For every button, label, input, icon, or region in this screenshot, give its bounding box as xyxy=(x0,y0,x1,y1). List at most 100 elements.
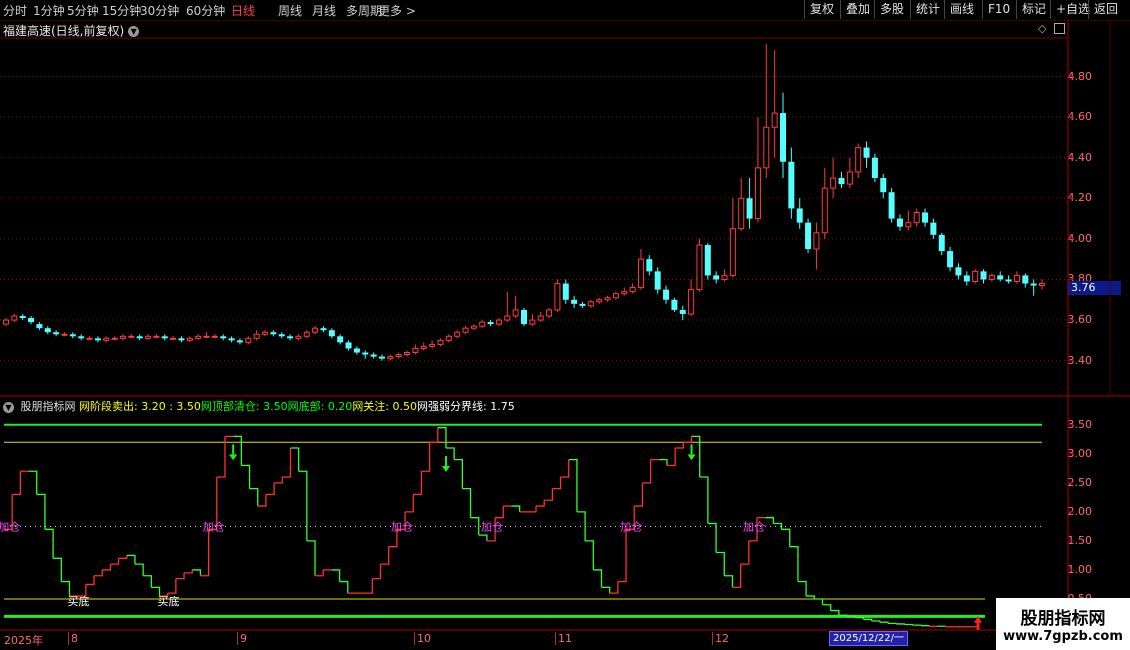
candle-body xyxy=(19,316,26,319)
candle-body xyxy=(387,356,394,360)
candle-body xyxy=(136,336,143,339)
watermark-title: 股朋指标网 xyxy=(1020,609,1106,629)
toolbar-button[interactable]: 多股 xyxy=(874,0,909,19)
indicator-step xyxy=(134,563,144,576)
period-tab[interactable]: 更多 > xyxy=(378,2,416,19)
candle-body xyxy=(671,299,678,310)
candle-body xyxy=(596,299,603,303)
candle-body xyxy=(688,289,695,315)
period-tab[interactable]: 60分钟 xyxy=(186,2,225,19)
indicator-step xyxy=(445,447,455,460)
candle-body xyxy=(796,208,803,223)
current-price-label: 3.76 xyxy=(1068,280,1121,295)
candle-body xyxy=(86,337,93,340)
candle-body xyxy=(663,289,670,300)
candle-body xyxy=(947,251,954,268)
indicator-step xyxy=(797,580,807,597)
indicator-step xyxy=(486,517,496,542)
indicator-name: 股朋指标网 xyxy=(20,400,76,413)
indicator-step xyxy=(61,580,71,597)
toolbar-button[interactable]: 叠加 xyxy=(840,0,875,19)
buy-bottom-label: 买底 xyxy=(158,594,180,608)
indicator-step xyxy=(642,459,652,484)
indicator-value: 1.75 xyxy=(490,400,515,413)
add-position-label: 加仓 xyxy=(391,519,413,533)
candle-body xyxy=(571,299,578,304)
cursor-date: 2025/12/22/一 xyxy=(829,631,909,646)
candle-body xyxy=(830,177,837,189)
indicator-step xyxy=(896,623,905,625)
candle-body xyxy=(262,331,268,335)
period-tab[interactable]: 15分钟 xyxy=(102,2,141,19)
toolbar-button[interactable]: 画线 xyxy=(944,0,979,19)
candle-body xyxy=(963,275,970,282)
indicator-step xyxy=(470,517,480,536)
candle-body xyxy=(880,178,887,193)
indicator-label: 网顶部清仓: xyxy=(200,400,264,413)
period-tab[interactable]: 30分钟 xyxy=(140,2,179,19)
period-tab[interactable]: 分时 xyxy=(3,2,27,19)
indicator-step xyxy=(36,493,46,530)
price-axis-label: 4.20 xyxy=(1067,191,1093,205)
indicator-step xyxy=(94,569,103,577)
chevron-down-icon[interactable]: ▼ xyxy=(128,26,140,37)
toolbar-button[interactable]: 统计 xyxy=(910,0,945,19)
indicator-step xyxy=(77,584,87,597)
candle-body xyxy=(3,319,9,325)
candle-body xyxy=(980,271,987,280)
toolbar-button[interactable]: 标记 xyxy=(1016,0,1051,19)
candle-body xyxy=(621,291,628,295)
indicator-step xyxy=(781,528,791,547)
period-tab[interactable]: 5分钟 xyxy=(67,2,99,19)
window-restore-icon[interactable] xyxy=(1054,23,1065,34)
indicator-step xyxy=(593,569,603,588)
date-month: 11 xyxy=(555,632,572,645)
toolbar-button[interactable]: 复权 xyxy=(804,0,839,19)
period-tab[interactable]: 多周期 xyxy=(346,2,382,19)
candle-body xyxy=(629,287,636,293)
candle-body xyxy=(69,334,76,337)
indicator-step xyxy=(920,625,930,627)
indicator-step xyxy=(740,540,750,565)
candle-body xyxy=(696,244,703,291)
candle-body xyxy=(587,301,594,307)
indicator-step xyxy=(290,447,300,472)
period-tab[interactable]: 月线 xyxy=(312,2,336,19)
candle-body xyxy=(537,315,544,321)
indicator-step xyxy=(208,477,218,530)
indicator-step xyxy=(609,581,619,594)
stock-title[interactable]: 福建高速(日线,前复权) ▼ xyxy=(3,22,140,39)
candle-body xyxy=(470,325,477,329)
indicator-step xyxy=(536,500,545,507)
indicator-step xyxy=(216,436,226,478)
candle-body xyxy=(922,212,929,223)
candle-body xyxy=(236,340,243,343)
candle-body xyxy=(521,309,527,325)
period-tab[interactable]: 1分钟 xyxy=(33,2,65,19)
candle-body xyxy=(378,356,385,359)
candle-body xyxy=(454,331,461,337)
candle-body xyxy=(287,336,294,339)
candle-body xyxy=(763,126,770,169)
period-tab[interactable]: 日线 xyxy=(231,2,255,19)
candle-body xyxy=(1005,279,1012,282)
watermark-logo: 股朋指标网 www.7gpzb.com xyxy=(996,598,1130,650)
toolbar-button[interactable]: F10 xyxy=(982,0,1015,19)
indicator-step xyxy=(937,625,946,627)
indicator-step xyxy=(527,506,537,513)
candle-body xyxy=(788,161,795,209)
diamond-icon[interactable]: ◇ xyxy=(1038,22,1046,35)
candle-body xyxy=(320,328,327,331)
indicator-step xyxy=(838,614,848,617)
indicator-axis-label: 2.50 xyxy=(1067,475,1093,489)
candle-body xyxy=(119,335,126,339)
indicator-step xyxy=(699,476,709,524)
candle-body xyxy=(997,275,1004,280)
indicator-step xyxy=(298,470,308,541)
indicator-step xyxy=(175,572,185,580)
toolbar-button[interactable]: 返回 xyxy=(1088,0,1123,19)
indicator-step xyxy=(85,575,95,586)
indicator-step xyxy=(200,529,210,577)
chevron-down-icon[interactable]: ▼ xyxy=(3,401,14,413)
period-tab[interactable]: 周线 xyxy=(278,2,302,19)
